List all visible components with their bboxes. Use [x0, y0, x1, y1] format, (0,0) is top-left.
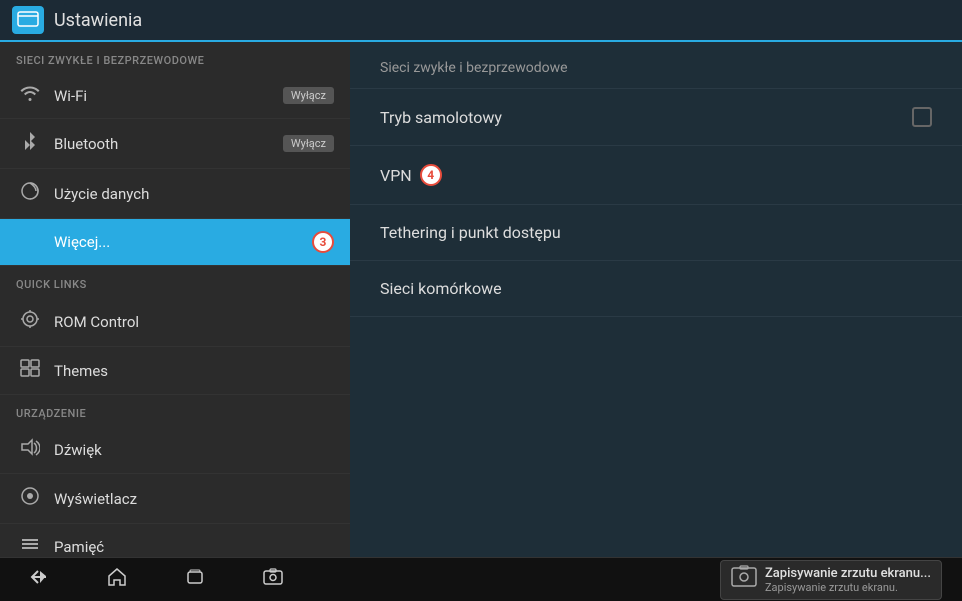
rom-control-label: ROM Control — [54, 313, 334, 331]
main-layout: SIECI ZWYKŁE I BEZPRZEWODOWE Wi-Fi Wyłąc… — [0, 42, 962, 557]
sidebar: SIECI ZWYKŁE I BEZPRZEWODOWE Wi-Fi Wyłąc… — [0, 42, 350, 557]
sidebar-item-bluetooth[interactable]: Bluetooth Wyłącz — [0, 119, 350, 169]
screenshot-icon — [731, 565, 757, 595]
display-icon — [16, 486, 44, 511]
bluetooth-label: Bluetooth — [54, 135, 283, 153]
sidebar-item-wifi[interactable]: Wi-Fi Wyłącz — [0, 73, 350, 119]
display-label: Wyświetlacz — [54, 490, 334, 508]
sidebar-item-data-usage[interactable]: Użycie danych — [0, 169, 350, 219]
sidebar-item-display[interactable]: Wyświetlacz — [0, 474, 350, 524]
recent-button[interactable] — [176, 563, 214, 596]
content-item-vpn[interactable]: VPN 4 — [350, 146, 962, 205]
section-label-network: SIECI ZWYKŁE I BEZPRZEWODOWE — [0, 42, 350, 73]
more-label: Więcej... — [54, 233, 304, 251]
back-button[interactable] — [20, 563, 58, 596]
sidebar-item-themes[interactable]: Themes — [0, 347, 350, 395]
content-section-title: Sieci zwykłe i bezprzewodowe — [350, 42, 962, 89]
wifi-icon — [16, 85, 44, 106]
section-label-quicklinks: QUICK LINKS — [0, 266, 350, 297]
notification-title: Zapisywanie zrzutu ekranu... — [765, 566, 931, 581]
mobile-label: Sieci komórkowe — [380, 279, 932, 298]
vpn-badge: 4 — [420, 164, 442, 186]
home-button[interactable] — [98, 563, 136, 596]
screenshot-notification: Zapisywanie zrzutu ekranu... Zapisywanie… — [720, 560, 942, 600]
bluetooth-icon — [16, 131, 44, 156]
airplane-label: Tryb samolotowy — [380, 108, 912, 127]
bluetooth-toggle[interactable]: Wyłącz — [283, 135, 334, 152]
sound-label: Dźwięk — [54, 441, 334, 459]
airplane-checkbox[interactable] — [912, 107, 932, 127]
sidebar-item-rom-control[interactable]: ROM Control — [0, 297, 350, 347]
section-label-device: URZĄDZENIE — [0, 395, 350, 426]
sidebar-item-sound[interactable]: Dźwięk — [0, 426, 350, 474]
notification-subtitle: Zapisywanie zrzutu ekranu. — [765, 581, 931, 594]
content-area: Sieci zwykłe i bezprzewodowe Tryb samolo… — [350, 42, 962, 557]
bottom-nav: Zapisywanie zrzutu ekranu... Zapisywanie… — [0, 557, 962, 601]
vpn-label: VPN — [380, 166, 412, 185]
storage-label: Pamięć — [54, 538, 334, 556]
data-usage-icon — [16, 181, 44, 206]
content-item-mobile[interactable]: Sieci komórkowe — [350, 261, 962, 317]
screenshot-nav-button[interactable] — [254, 563, 292, 596]
themes-icon — [16, 359, 44, 382]
sidebar-item-storage[interactable]: Pamięć — [0, 524, 350, 557]
app-icon — [12, 6, 44, 34]
top-bar: Ustawienia — [0, 0, 962, 42]
sidebar-item-more[interactable]: Więcej... 3 — [0, 219, 350, 266]
tethering-label: Tethering i punkt dostępu — [380, 223, 932, 242]
themes-label: Themes — [54, 362, 334, 380]
wifi-label: Wi-Fi — [54, 87, 283, 105]
notification-text: Zapisywanie zrzutu ekranu... Zapisywanie… — [765, 566, 931, 594]
rom-control-icon — [16, 309, 44, 334]
nav-buttons-left — [20, 563, 292, 596]
page-title: Ustawienia — [54, 10, 142, 31]
sound-icon — [16, 438, 44, 461]
content-item-tethering[interactable]: Tethering i punkt dostępu — [350, 205, 962, 261]
wifi-toggle[interactable]: Wyłącz — [283, 87, 334, 104]
data-usage-label: Użycie danych — [54, 185, 334, 203]
more-badge: 3 — [312, 231, 334, 253]
storage-icon — [16, 536, 44, 557]
content-item-airplane[interactable]: Tryb samolotowy — [350, 89, 962, 146]
